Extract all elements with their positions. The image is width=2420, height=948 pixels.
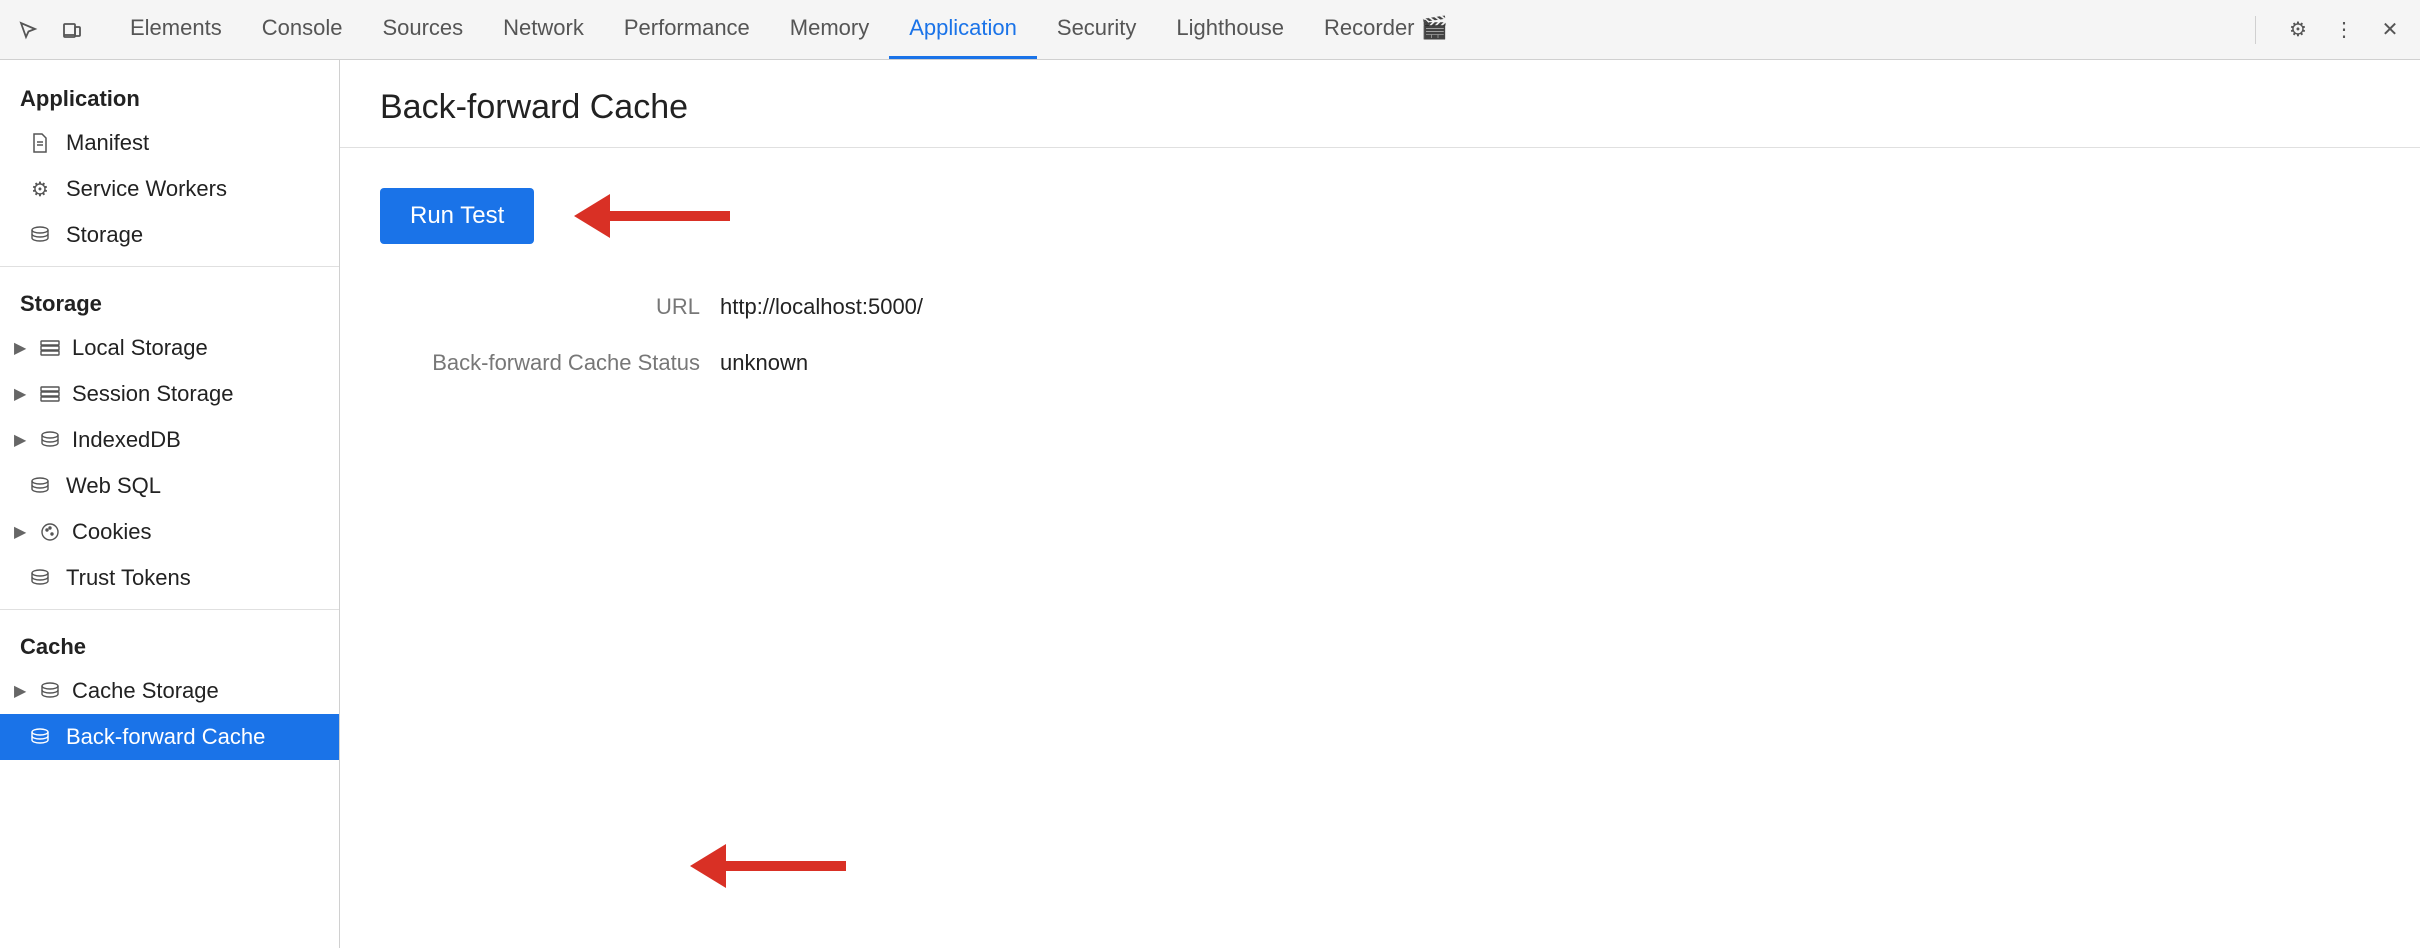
sidebar-item-cookies[interactable]: ▶ Cookies <box>0 509 339 555</box>
indexeddb-label: IndexedDB <box>72 427 181 453</box>
run-test-button[interactable]: Run Test <box>380 188 534 244</box>
sidebar-item-indexeddb[interactable]: ▶ IndexedDB <box>0 417 339 463</box>
sidebar-item-local-storage[interactable]: ▶ Local Storage <box>0 325 339 371</box>
session-storage-arrow-icon: ▶ <box>14 384 28 404</box>
storage-main-label: Storage <box>66 222 143 248</box>
cookies-icon <box>38 522 62 542</box>
content-panel: Back-forward Cache Run Test URL http://l… <box>340 60 2420 948</box>
inspect-element-button[interactable] <box>12 14 44 46</box>
status-label: Back-forward Cache Status <box>380 350 720 376</box>
manifest-label: Manifest <box>66 130 149 156</box>
local-storage-icon <box>38 340 62 356</box>
sidebar-section-cache: Cache <box>0 618 339 668</box>
run-test-arrow <box>574 194 730 238</box>
url-value: http://localhost:5000/ <box>720 294 923 320</box>
local-storage-label: Local Storage <box>72 335 208 361</box>
tab-list: Elements Console Sources Network Perform… <box>110 0 2243 59</box>
run-test-row: Run Test <box>380 188 2380 244</box>
trust-tokens-label: Trust Tokens <box>66 565 191 591</box>
sidebar-divider-1 <box>0 266 339 267</box>
tab-performance[interactable]: Performance <box>604 0 770 59</box>
cache-storage-arrow-icon: ▶ <box>14 681 28 701</box>
url-label: URL <box>380 294 720 320</box>
sidebar-item-trust-tokens[interactable]: Trust Tokens <box>0 555 339 601</box>
status-value: unknown <box>720 350 808 376</box>
web-sql-label: Web SQL <box>66 473 161 499</box>
sidebar-item-storage-main[interactable]: Storage <box>0 212 339 258</box>
indexeddb-arrow-icon: ▶ <box>14 430 28 450</box>
tab-recorder[interactable]: Recorder 🎬 <box>1304 0 1468 59</box>
sidebar-item-web-sql[interactable]: Web SQL <box>0 463 339 509</box>
tab-lighthouse[interactable]: Lighthouse <box>1156 0 1304 59</box>
cookies-arrow-icon: ▶ <box>14 522 28 542</box>
session-storage-label: Session Storage <box>72 381 233 407</box>
tab-network[interactable]: Network <box>483 0 604 59</box>
session-storage-icon <box>38 386 62 402</box>
manifest-icon <box>28 133 52 153</box>
local-storage-arrow-icon: ▶ <box>14 338 28 358</box>
run-test-arrow-head <box>574 194 610 238</box>
back-forward-cache-label: Back-forward Cache <box>66 724 265 750</box>
status-row: Back-forward Cache Status unknown <box>380 350 2380 376</box>
indexeddb-icon <box>38 431 62 449</box>
sidebar-divider-2 <box>0 609 339 610</box>
content-body: Run Test URL http://localhost:5000/ Back… <box>340 148 2420 446</box>
sidebar-item-cache-storage[interactable]: ▶ Cache Storage <box>0 668 339 714</box>
tab-sources[interactable]: Sources <box>362 0 483 59</box>
sidebar-arrow <box>690 844 846 888</box>
service-workers-label: Service Workers <box>66 176 227 202</box>
back-forward-cache-icon <box>28 728 52 746</box>
more-options-button[interactable]: ⋮ <box>2326 12 2362 48</box>
cookies-label: Cookies <box>72 519 151 545</box>
url-row: URL http://localhost:5000/ <box>380 294 2380 320</box>
sidebar-item-session-storage[interactable]: ▶ Session Storage <box>0 371 339 417</box>
sidebar-item-manifest[interactable]: Manifest <box>0 120 339 166</box>
cache-storage-icon <box>38 682 62 700</box>
trust-tokens-icon <box>28 569 52 587</box>
web-sql-icon <box>28 477 52 495</box>
tab-security[interactable]: Security <box>1037 0 1156 59</box>
cache-storage-label: Cache Storage <box>72 678 219 704</box>
tab-console[interactable]: Console <box>242 0 363 59</box>
sidebar-arrow-shaft <box>726 861 846 871</box>
storage-main-icon <box>28 226 52 244</box>
tab-elements[interactable]: Elements <box>110 0 242 59</box>
toolbar-right: ⚙ ⋮ ✕ <box>2280 12 2408 48</box>
close-button[interactable]: ✕ <box>2372 12 2408 48</box>
tab-application[interactable]: Application <box>889 0 1037 59</box>
tab-memory[interactable]: Memory <box>770 0 889 59</box>
service-workers-icon: ⚙ <box>28 177 52 202</box>
toolbar-divider <box>2255 16 2256 44</box>
toolbar-left-icons <box>12 14 88 46</box>
toolbar: Elements Console Sources Network Perform… <box>0 0 2420 60</box>
sidebar: Application Manifest ⚙ Service Workers <box>0 60 340 948</box>
page-title: Back-forward Cache <box>340 60 2420 148</box>
settings-button[interactable]: ⚙ <box>2280 12 2316 48</box>
main-layout: Application Manifest ⚙ Service Workers <box>0 60 2420 948</box>
sidebar-section-application: Application <box>0 70 339 120</box>
sidebar-arrow-head <box>690 844 726 888</box>
device-toggle-button[interactable] <box>56 14 88 46</box>
sidebar-item-back-forward-cache[interactable]: Back-forward Cache <box>0 714 339 760</box>
run-test-arrow-shaft <box>610 211 730 221</box>
sidebar-section-storage: Storage <box>0 275 339 325</box>
sidebar-item-service-workers[interactable]: ⚙ Service Workers <box>0 166 339 212</box>
